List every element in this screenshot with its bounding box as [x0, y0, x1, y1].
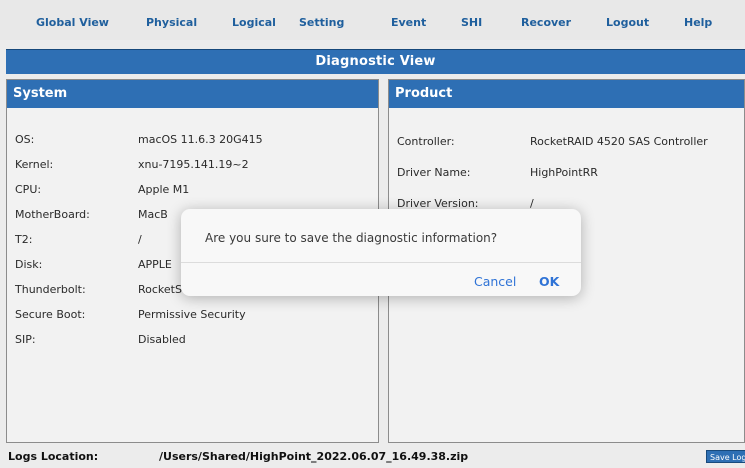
dialog-divider — [181, 262, 581, 263]
system-value-disk: APPLE — [138, 258, 172, 271]
system-label-sip: SIP: — [15, 333, 36, 346]
system-label-cpu: CPU: — [15, 183, 42, 196]
confirm-dialog: Are you sure to save the diagnostic info… — [181, 209, 581, 296]
logs-location-label: Logs Location: — [8, 450, 99, 463]
nav-logical[interactable]: Logical — [232, 16, 276, 29]
system-label-disk: Disk: — [15, 258, 43, 271]
product-value-controller: RocketRAID 4520 SAS Controller — [530, 135, 708, 148]
cancel-button[interactable]: Cancel — [474, 274, 516, 289]
system-value-sip: Disabled — [138, 333, 186, 346]
system-value-kernel: xnu-7195.141.19~2 — [138, 158, 249, 171]
nav-event[interactable]: Event — [391, 16, 426, 29]
ok-button[interactable]: OK — [539, 274, 559, 289]
product-value-driver-name: HighPointRR — [530, 166, 598, 179]
dialog-message: Are you sure to save the diagnostic info… — [205, 231, 498, 245]
nav-setting[interactable]: Setting — [299, 16, 344, 29]
system-value-t2: / — [138, 233, 142, 246]
system-label-t2: T2: — [15, 233, 33, 246]
system-value-os: macOS 11.6.3 20G415 — [138, 133, 263, 146]
system-label-thunderbolt: Thunderbolt: — [15, 283, 86, 296]
nav-help[interactable]: Help — [684, 16, 712, 29]
system-label-os: OS: — [15, 133, 35, 146]
system-value-motherboard: MacB — [138, 208, 168, 221]
footer-bar: Logs Location: /Users/Shared/HighPoint_2… — [0, 443, 745, 468]
product-label-controller: Controller: — [397, 135, 455, 148]
top-nav: Global View Physical Logical Setting Eve… — [0, 0, 745, 40]
nav-physical[interactable]: Physical — [146, 16, 197, 29]
page-title: Diagnostic View — [315, 54, 436, 69]
save-log-button[interactable]: Save Log — [706, 450, 745, 463]
system-label-kernel: Kernel: — [15, 158, 54, 171]
system-label-motherboard: MotherBoard: — [15, 208, 90, 221]
page-title-bar: Diagnostic View — [6, 49, 745, 74]
product-label-driver-name: Driver Name: — [397, 166, 471, 179]
nav-shi[interactable]: SHI — [461, 16, 482, 29]
logs-location-path: /Users/Shared/HighPoint_2022.06.07_16.49… — [159, 450, 469, 463]
nav-global-view[interactable]: Global View — [36, 16, 109, 29]
nav-recover[interactable]: Recover — [521, 16, 571, 29]
system-value-cpu: Apple M1 — [138, 183, 190, 196]
system-value-secure-boot: Permissive Security — [138, 308, 246, 321]
nav-logout[interactable]: Logout — [606, 16, 649, 29]
system-panel-header: System — [7, 80, 378, 108]
product-panel-header: Product — [389, 80, 744, 108]
system-label-secure-boot: Secure Boot: — [15, 308, 86, 321]
